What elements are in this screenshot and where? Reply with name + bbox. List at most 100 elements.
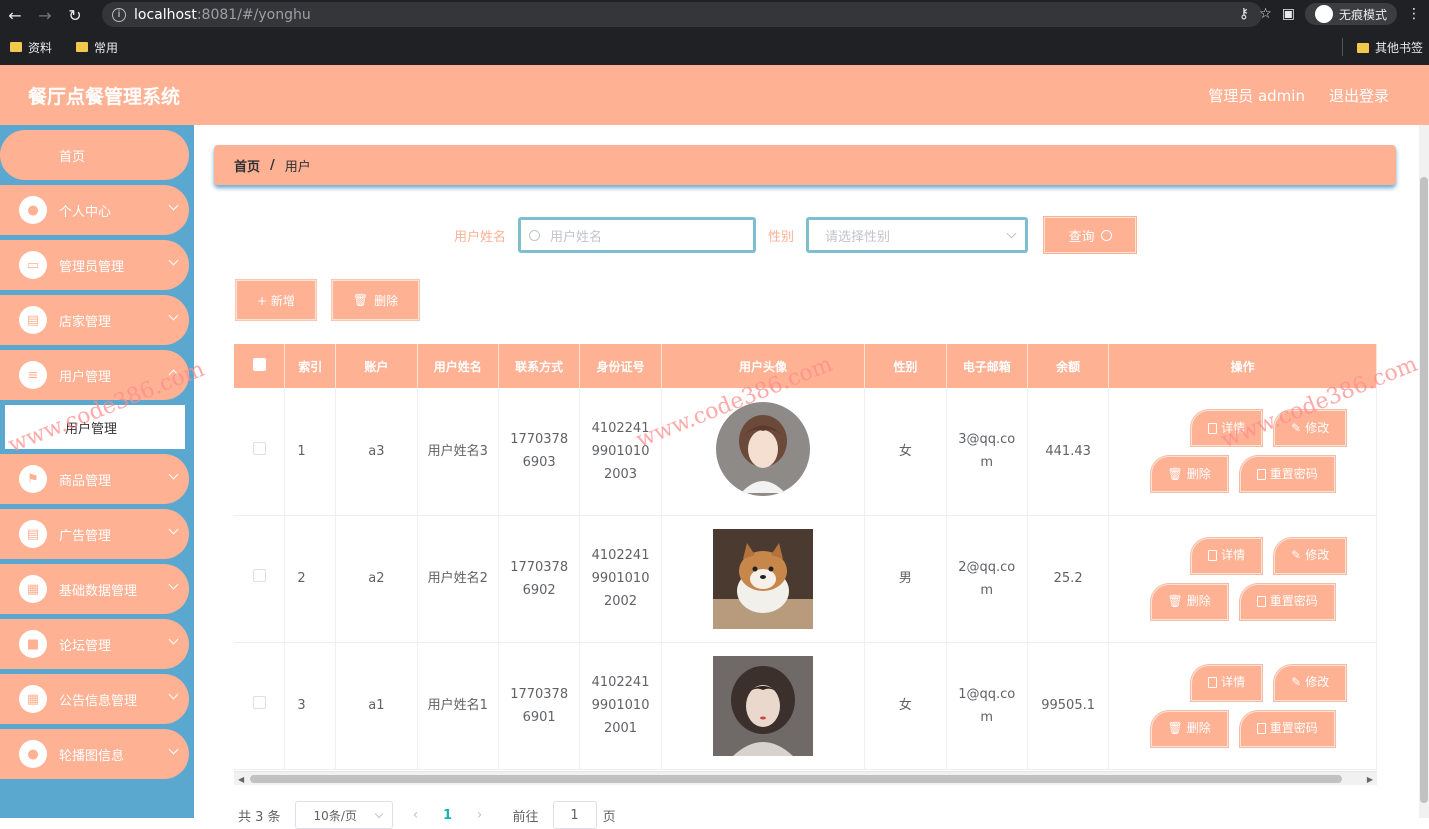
other-bookmarks-label: 其他书签 xyxy=(1374,41,1423,55)
edit-button[interactable]: ✎ 修改 xyxy=(1274,410,1347,447)
info-icon[interactable]: i xyxy=(112,7,126,22)
delete-button[interactable]: 🗑 删除 xyxy=(1150,583,1228,620)
select-all-checkbox[interactable] xyxy=(252,358,266,371)
sidebar-item-merchant[interactable]: ▤ 店家管理 xyxy=(0,295,189,345)
index-cell: 3 xyxy=(284,642,337,770)
page-size-select[interactable]: 10条/页 xyxy=(294,801,393,829)
detail-label: 详情 xyxy=(1221,548,1246,562)
prev-page-icon[interactable]: ‹ xyxy=(407,807,425,823)
row-checkbox[interactable] xyxy=(252,696,266,709)
delete-button[interactable]: 🗑 删除 xyxy=(1150,710,1228,747)
briefcase-icon: ■ xyxy=(19,630,47,658)
horizontal-scrollbar[interactable]: ◀ ▶ xyxy=(234,771,1377,785)
column-header[interactable]: 身份证号 xyxy=(579,344,662,388)
account-cell: a2 xyxy=(335,515,418,643)
current-page[interactable]: 1 xyxy=(439,808,457,823)
url-path: :8081/#/yonghu xyxy=(196,6,311,23)
back-icon[interactable]: ← xyxy=(0,0,30,30)
name-search-input[interactable]: 用户姓名 xyxy=(518,217,757,253)
avatar-image[interactable] xyxy=(712,401,813,502)
row-select-cell[interactable] xyxy=(234,642,286,770)
menu-icon[interactable]: ⋮ xyxy=(1407,6,1421,22)
name-cell: 用户姓名2 xyxy=(417,515,499,643)
delete-label: 删除 xyxy=(1186,466,1211,481)
incognito-badge[interactable]: 无痕模式 xyxy=(1304,3,1397,25)
avatar-image[interactable] xyxy=(712,528,813,629)
reload-icon[interactable]: ↻ xyxy=(60,0,90,30)
add-button[interactable]: + 新增 xyxy=(236,280,316,320)
query-button[interactable]: 查询 xyxy=(1044,217,1137,253)
gender-cell: 女 xyxy=(864,642,947,770)
column-header[interactable]: 电子邮箱 xyxy=(946,344,1028,388)
browser-toolbar: ← → ↻ i localhost:8081/#/yonghu ⚷ ☆ ▣ 无痕… xyxy=(0,0,1429,30)
column-header[interactable]: 性别 xyxy=(864,344,947,388)
avatar-image[interactable] xyxy=(712,655,813,756)
batch-delete-button[interactable]: 🗑 删除 xyxy=(331,280,420,320)
row-select-cell[interactable] xyxy=(234,515,286,643)
add-label: + 新增 xyxy=(257,293,295,308)
logout-link[interactable]: 退出登录 xyxy=(1329,85,1389,106)
sidebar-item-home[interactable]: 首页 xyxy=(0,130,189,180)
sidebar-item-label: 商品管理 xyxy=(59,473,112,489)
sidebar-item-admin[interactable]: ▭ 管理员管理 xyxy=(0,240,189,290)
column-header[interactable]: 用户头像 xyxy=(661,344,866,388)
sidebar-subitem-user-management[interactable]: 用户管理 xyxy=(5,405,185,449)
incognito-label: 无痕模式 xyxy=(1338,7,1387,22)
sidebar-item-label: 店家管理 xyxy=(59,314,112,330)
breadcrumb-home[interactable]: 首页 xyxy=(234,156,260,175)
gender-select[interactable]: 请选择性别 xyxy=(806,217,1029,253)
sidebar-item-forum[interactable]: ■ 论坛管理 xyxy=(0,619,189,669)
column-header[interactable]: 用户姓名 xyxy=(417,344,499,388)
scrollbar-thumb[interactable] xyxy=(1420,177,1428,803)
edit-icon: ✎ xyxy=(1291,420,1302,435)
reset-password-button[interactable]: 重置密码 xyxy=(1239,456,1335,493)
bookmark-folder[interactable]: 资料 xyxy=(10,39,52,56)
row-checkbox[interactable] xyxy=(252,441,266,455)
monitor-icon: ▭ xyxy=(19,251,47,279)
sidebar-item-notice[interactable]: ▦ 公告信息管理 xyxy=(0,674,189,724)
edit-label: 修改 xyxy=(1305,675,1330,689)
scroll-right-icon[interactable]: ▶ xyxy=(1367,775,1373,784)
sidebar-item-basic-data[interactable]: ▦ 基础数据管理 xyxy=(0,564,189,614)
goto-page-input[interactable]: 1 xyxy=(552,801,597,829)
edit-button[interactable]: ✎ 修改 xyxy=(1274,537,1347,574)
column-header[interactable]: 索引 xyxy=(284,344,337,388)
sidebar-item-personal-center[interactable]: ● 个人中心 xyxy=(0,185,189,235)
chevron-down-icon xyxy=(374,809,383,818)
column-header[interactable]: 账户 xyxy=(335,344,418,388)
column-header[interactable]: 余额 xyxy=(1027,344,1110,388)
column-header[interactable]: 联系方式 xyxy=(498,344,581,388)
row-select-cell[interactable] xyxy=(234,388,286,516)
name-cell: 用户姓名1 xyxy=(417,642,499,770)
detail-button[interactable]: 详情 xyxy=(1191,410,1263,447)
sidebar-item-users[interactable]: ≡ 用户管理 xyxy=(0,350,189,400)
other-bookmarks[interactable]: 其他书签 xyxy=(1356,39,1423,56)
star-icon[interactable]: ☆ xyxy=(1259,6,1272,22)
select-all-cell[interactable] xyxy=(234,344,286,388)
scrollbar-thumb[interactable] xyxy=(250,775,1342,783)
edit-button[interactable]: ✎ 修改 xyxy=(1274,664,1347,701)
vertical-scrollbar[interactable] xyxy=(1419,125,1429,818)
address-bar[interactable]: i localhost:8081/#/yonghu xyxy=(102,2,1262,27)
key-icon[interactable]: ⚷ xyxy=(1239,6,1249,22)
detail-button[interactable]: 详情 xyxy=(1191,537,1263,574)
chevron-down-icon xyxy=(168,634,179,645)
sidepanel-icon[interactable]: ▣ xyxy=(1282,6,1295,22)
reset-password-button[interactable]: 重置密码 xyxy=(1239,583,1335,620)
email-cell: 2@qq.com xyxy=(946,515,1028,643)
forward-icon[interactable]: → xyxy=(30,0,60,30)
chevron-down-icon xyxy=(168,524,179,535)
scroll-left-icon[interactable]: ◀ xyxy=(238,775,244,784)
detail-button[interactable]: 详情 xyxy=(1191,664,1263,701)
sidebar-item-ads[interactable]: ▤ 广告管理 xyxy=(0,509,189,559)
row-checkbox[interactable] xyxy=(252,569,266,582)
trash-icon: 🗑 xyxy=(352,293,369,307)
sidebar-item-goods[interactable]: ⚑ 商品管理 xyxy=(0,454,189,504)
next-page-icon[interactable]: › xyxy=(471,807,489,823)
reset-password-button[interactable]: 重置密码 xyxy=(1239,710,1335,747)
document-icon xyxy=(1208,550,1218,561)
search-icon xyxy=(529,229,541,241)
delete-button[interactable]: 🗑 删除 xyxy=(1150,456,1228,493)
sidebar-item-carousel[interactable]: ● 轮播图信息 xyxy=(0,729,189,779)
bookmark-folder[interactable]: 常用 xyxy=(76,39,118,56)
